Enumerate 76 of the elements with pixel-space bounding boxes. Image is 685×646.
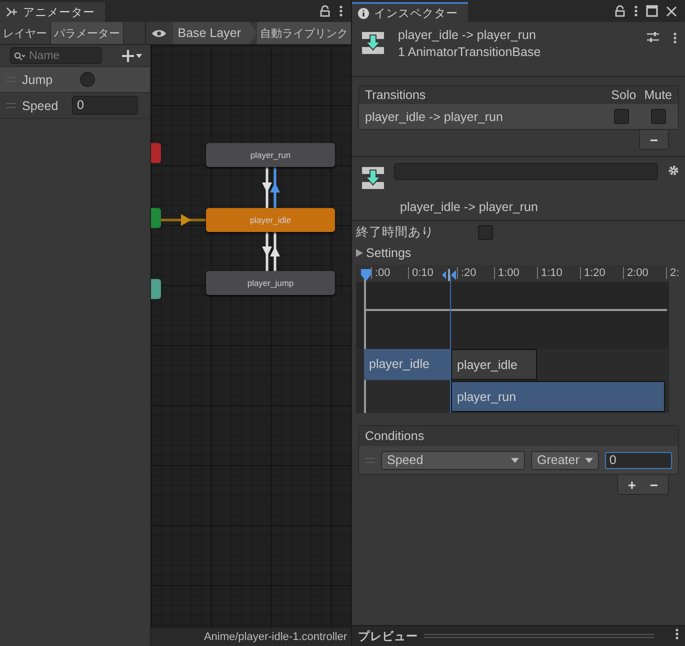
breadcrumb[interactable]: Base Layer	[172, 22, 257, 44]
drag-handle-icon[interactable]	[6, 103, 16, 108]
caret-icon	[585, 458, 594, 462]
transition-name: player_idle -> player_run	[365, 110, 503, 124]
state-node-edge[interactable]	[151, 208, 161, 228]
time-tick: 2:	[666, 267, 680, 279]
time-tick: 1:10	[537, 267, 562, 279]
caret-icon	[511, 458, 519, 462]
state-node[interactable]: player_run	[206, 143, 335, 167]
state-node[interactable]: player_jump	[206, 271, 335, 295]
menu-icon[interactable]	[675, 628, 679, 640]
close-icon[interactable]	[666, 6, 677, 17]
object-title: player_idle -> player_run	[398, 28, 537, 42]
threshold-field[interactable]: 0	[605, 452, 672, 468]
transition-arrow[interactable]	[262, 167, 272, 208]
parameter-value-field[interactable]: 0	[72, 96, 138, 115]
eye-icon	[152, 28, 166, 38]
drag-handle-icon[interactable]	[365, 458, 375, 462]
column-header: Mute	[644, 88, 672, 102]
list-header: Transitions	[365, 88, 426, 102]
lock-icon[interactable]	[614, 5, 626, 17]
add-button[interactable]: +	[621, 476, 643, 493]
list-header: Conditions	[359, 426, 678, 446]
search-field[interactable]: Name	[10, 47, 102, 64]
time-tick: 0:10	[408, 267, 434, 279]
transition-label: player_idle -> player_run	[399, 199, 539, 214]
time-tick: :20	[457, 267, 476, 279]
property-label: 終了時間あり	[356, 224, 434, 240]
gear-icon[interactable]	[668, 165, 679, 176]
time-tick: 1:00	[494, 267, 520, 279]
exit-time-checkbox[interactable]	[478, 224, 493, 240]
info-icon	[358, 8, 369, 18]
object-subtitle: 1 AnimatorTransitionBase	[398, 45, 541, 59]
settings-foldout[interactable]: Settings	[352, 243, 685, 263]
auto-live-link-button[interactable]: 自動ライブリンク	[257, 22, 351, 44]
parameter-name: Jump	[22, 72, 54, 86]
inspector-tab[interactable]: インスペクター	[352, 2, 468, 22]
parameter-name: Speed	[22, 98, 60, 112]
menu-icon[interactable]	[673, 32, 677, 44]
remove-button[interactable]: −	[643, 476, 665, 493]
search-icon	[14, 52, 25, 60]
time-tick: 1:20	[580, 267, 606, 279]
sliders-icon[interactable]	[647, 32, 659, 42]
plus-icon	[122, 50, 142, 62]
preview-title: プレビュー	[358, 629, 418, 644]
clip-bar[interactable]: player_idle	[364, 349, 450, 380]
name-field[interactable]	[394, 163, 658, 180]
menu-icon[interactable]	[339, 5, 343, 17]
mute-checkbox[interactable]	[651, 109, 666, 124]
menu-icon[interactable]	[634, 5, 638, 17]
file-path: Anime/player-idle-1.controller	[151, 628, 351, 646]
clip-bar[interactable]: player_idle	[451, 349, 537, 380]
transition-icon	[362, 167, 384, 189]
resize-grip-icon[interactable]	[424, 634, 654, 638]
transition-arrow[interactable]	[270, 232, 280, 271]
add-parameter-button[interactable]	[120, 48, 144, 64]
lock-icon[interactable]	[319, 5, 331, 17]
mode-dropdown[interactable]: Greater	[531, 450, 600, 470]
panel-tab[interactable]: パラメーター	[51, 22, 124, 44]
transition-icon	[362, 32, 384, 54]
solo-checkbox[interactable]	[614, 109, 629, 124]
parameter-toggle[interactable]	[80, 72, 95, 87]
time-tick: 2:00	[623, 267, 648, 279]
clip-bar[interactable]: player_run	[451, 381, 665, 412]
parameter-dropdown[interactable]: Speed	[381, 450, 525, 470]
transition-arrow	[161, 214, 206, 226]
graph-icon	[6, 7, 18, 17]
maximize-icon[interactable]	[646, 5, 658, 17]
transition-marker-icon[interactable]	[442, 269, 456, 281]
transition-arrow[interactable]	[262, 232, 272, 271]
state-node-edge[interactable]	[151, 143, 161, 163]
column-header: Solo	[611, 88, 636, 102]
transition-row[interactable]: player_idle -> player_run	[359, 104, 678, 129]
animator-tab[interactable]: アニメーター	[0, 2, 105, 22]
state-node-edge[interactable]	[151, 279, 161, 299]
transition-arrow[interactable]	[270, 167, 280, 208]
